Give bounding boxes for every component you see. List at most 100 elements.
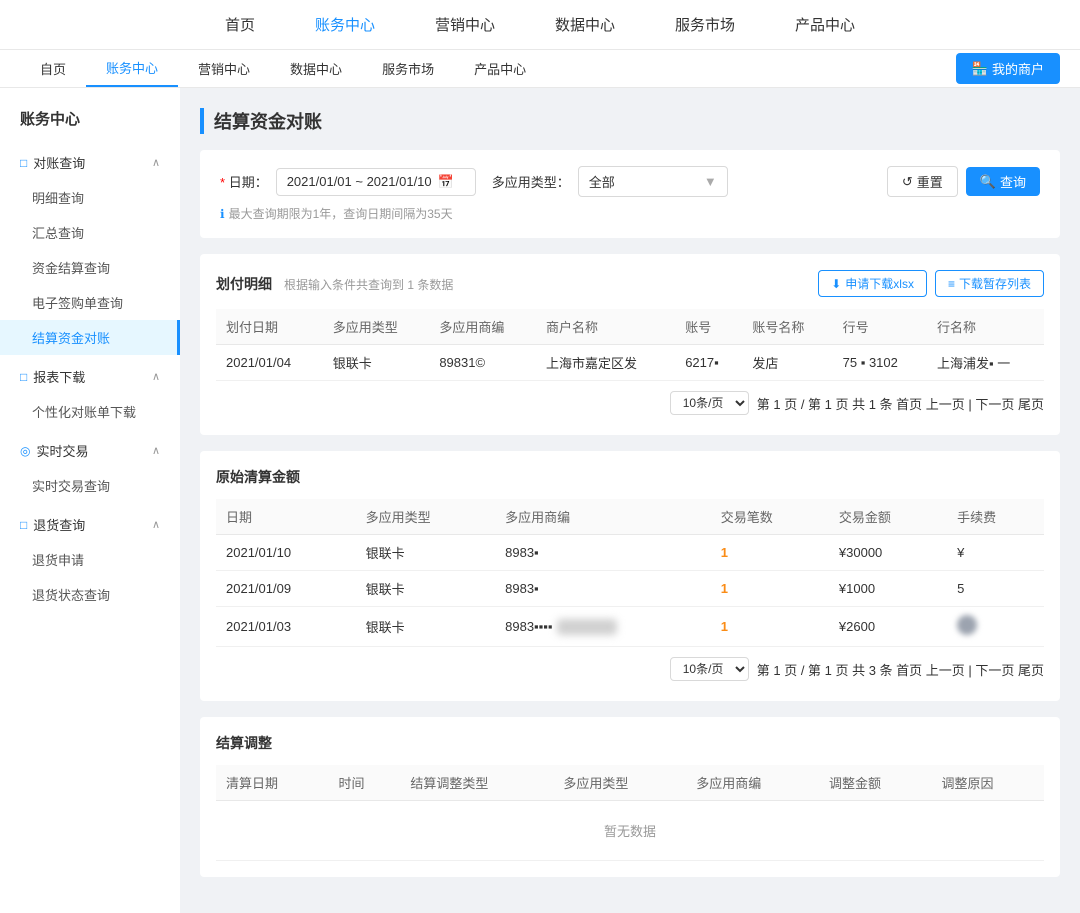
subnav-marketing[interactable]: 营销中心 [178, 51, 270, 86]
sidebar-group-refund-header[interactable]: □ 退货查询 ∧ [0, 507, 180, 542]
per-page-select-2[interactable]: 10条/页 [670, 657, 749, 681]
sidebar-item-fund-settlement-query[interactable]: 资金结算查询 [0, 250, 180, 285]
payment-pagination: 10条/页 第 1 页 / 第 1 页 共 1 条 首页 上一页 | 下一页 尾… [216, 381, 1044, 419]
col-account-name: 账号名称 [742, 309, 832, 345]
os-date-3: 2021/01/03 [216, 607, 356, 647]
nav-marketing[interactable]: 营销中心 [435, 14, 495, 35]
sidebar-group-reconciliation-header[interactable]: □ 对账查询 ∧ [0, 145, 180, 180]
account-no-cell: 6217▪ [675, 345, 742, 381]
os-trade-count-1: 1 [711, 535, 829, 571]
download-xlsx-button[interactable]: ⬇ 申请下载xlsx [818, 270, 927, 297]
apptype-select[interactable]: 全部 ▼ [578, 166, 728, 197]
info-icon: ℹ [220, 207, 225, 221]
date-label: * 日期： [220, 172, 268, 191]
subnav-finance[interactable]: 账务中心 [86, 50, 178, 87]
main-layout: 账务中心 □ 对账查询 ∧ 明细查询 汇总查询 资金结算查询 电子签购单查询 结… [0, 88, 1080, 913]
nav-product[interactable]: 产品中心 [795, 14, 855, 35]
nav-service[interactable]: 服务市场 [675, 14, 735, 35]
apptype-label: 多应用类型： [492, 172, 570, 191]
payment-detail-title: 划付明细 [216, 274, 272, 294]
app-code-cell: 89831© [429, 345, 536, 381]
chevron-up-icon-3: ∧ [152, 444, 160, 457]
sidebar-item-personalized-download[interactable]: 个性化对账单下载 [0, 394, 180, 429]
subnav-home[interactable]: 自页 [20, 51, 86, 86]
os-col-app-type: 多应用类型 [356, 499, 496, 535]
original-settlement-pagination: 10条/页 第 1 页 / 第 1 页 共 3 条 首页 上一页 | 下一页 尾… [216, 647, 1044, 685]
nav-home[interactable]: 首页 [225, 14, 255, 35]
sidebar-item-refund-status[interactable]: 退货状态查询 [0, 577, 180, 612]
sub-nav: 自页 账务中心 营销中心 数据中心 服务市场 产品中心 🏪 我的商户 [0, 49, 1080, 87]
sa-col-app-code: 多应用商编 [686, 765, 819, 801]
sidebar-item-summary-query[interactable]: 汇总查询 [0, 215, 180, 250]
reset-button[interactable]: ↺ 重置 [887, 166, 958, 197]
pay-date-cell: 2021/01/04 [216, 345, 323, 381]
original-settlement-table: 日期 多应用类型 多应用商编 交易笔数 交易金额 手续费 2021/01/10 … [216, 499, 1044, 647]
date-input[interactable]: 2021/01/01 ~ 2021/01/10 📅 [276, 168, 476, 196]
table-row: 2021/01/04 银联卡 89831© 上海市嘉定区发 6217▪ 发店 7… [216, 345, 1044, 381]
download-icon: ⬇ [831, 277, 841, 291]
chevron-up-icon-2: ∧ [152, 370, 160, 383]
os-app-code-3: 8983▪▪▪▪ [495, 607, 711, 647]
sidebar-item-esign-query[interactable]: 电子签购单查询 [0, 285, 180, 320]
no-data-cell: 暂无数据 [216, 801, 1044, 861]
sidebar-title: 账务中心 [0, 108, 180, 145]
os-trade-amount-1: ¥30000 [829, 535, 947, 571]
nav-data[interactable]: 数据中心 [555, 14, 615, 35]
refresh-icon: ↺ [902, 174, 913, 190]
sidebar-item-realtime-query[interactable]: 实时交易查询 [0, 468, 180, 503]
nav-finance[interactable]: 账务中心 [315, 14, 375, 35]
chevron-up-icon-4: ∧ [152, 518, 160, 531]
os-col-date: 日期 [216, 499, 356, 535]
settlement-adjust-header: 结算调整 [216, 733, 1044, 753]
pagination-info-1: 第 1 页 / 第 1 页 共 1 条 首页 上一页 | 下一页 尾页 [757, 394, 1044, 413]
sidebar-item-settlement-reconciliation[interactable]: 结算资金对账 [0, 320, 180, 355]
no-data-row: 暂无数据 [216, 801, 1044, 861]
required-star: * [220, 175, 225, 190]
sidebar-group-realtime-header[interactable]: ◎ 实时交易 ∧ [0, 433, 180, 468]
account-name-cell: 发店 [742, 345, 832, 381]
original-settlement-title-wrap: 原始清算金额 [216, 467, 300, 487]
main-nav: 首页 账务中心 营销中心 数据中心 服务市场 产品中心 [0, 14, 1080, 49]
app-code-blurred: 8983▪▪▪▪ [505, 619, 616, 635]
col-app-code: 多应用商编 [429, 309, 536, 345]
subnav-product[interactable]: 产品中心 [454, 51, 546, 86]
app-type-cell: 银联卡 [323, 345, 430, 381]
os-fee-1: ¥ [947, 535, 1044, 571]
os-trade-count-3: 1 [711, 607, 829, 647]
payment-detail-table-wrap: 划付日期 多应用类型 多应用商编 商户名称 账号 账号名称 行号 行名称 202 [216, 309, 1044, 381]
pagination-info-2: 第 1 页 / 第 1 页 共 3 条 首页 上一页 | 下一页 尾页 [757, 660, 1044, 679]
per-page-select-1[interactable]: 10条/页 [670, 391, 749, 415]
os-app-type-2: 银联卡 [356, 571, 496, 607]
merchant-name-cell: 上海市嘉定区发 [536, 345, 675, 381]
col-pay-date: 划付日期 [216, 309, 323, 345]
original-settlement-header: 原始清算金额 [216, 467, 1044, 487]
page-content: 结算资金对账 * 日期： 2021/01/01 ~ 2021/01/10 📅 多… [180, 88, 1080, 913]
sidebar-group-realtime-label: 实时交易 [36, 441, 88, 460]
sidebar-item-detail-query[interactable]: 明细查询 [0, 180, 180, 215]
payment-detail-title-wrap: 划付明细 根据输入条件共查询到 1 条数据 [216, 274, 453, 294]
subnav-data[interactable]: 数据中心 [270, 51, 362, 86]
calendar-icon: 📅 [438, 174, 454, 190]
download-save-button[interactable]: ≡ 下载暂存列表 [935, 270, 1044, 297]
dropdown-arrow-icon: ▼ [704, 174, 717, 189]
save-icon: ≡ [948, 277, 955, 291]
subnav-service[interactable]: 服务市场 [362, 51, 454, 86]
sidebar-group-report-header[interactable]: □ 报表下载 ∧ [0, 359, 180, 394]
query-button[interactable]: 🔍 查询 [966, 167, 1040, 196]
sa-col-app-type: 多应用类型 [553, 765, 686, 801]
os-col-trade-amount: 交易金额 [829, 499, 947, 535]
original-settlement-section: 原始清算金额 日期 多应用类型 多应用商编 交易笔数 交易金额 手续费 [200, 451, 1060, 701]
payment-detail-section: 划付明细 根据输入条件共查询到 1 条数据 ⬇ 申请下载xlsx ≡ 下载暂存列… [200, 254, 1060, 435]
page-title: 结算资金对账 [200, 108, 1060, 134]
my-merchant-button[interactable]: 🏪 我的商户 [956, 53, 1060, 84]
sidebar-group-report: □ 报表下载 ∧ 个性化对账单下载 [0, 359, 180, 429]
col-bank-code: 行号 [833, 309, 927, 345]
search-icon: 🔍 [980, 174, 996, 190]
hint-text: 最大查询期限为1年，查询日期间隔为35天 [229, 205, 453, 222]
filter-hint: ℹ 最大查询期限为1年，查询日期间隔为35天 [220, 205, 1040, 222]
payment-detail-actions: ⬇ 申请下载xlsx ≡ 下载暂存列表 [818, 270, 1044, 297]
settlement-adjust-table: 清算日期 时间 结算调整类型 多应用类型 多应用商编 调整金额 调整原因 暂无数… [216, 765, 1044, 861]
sidebar-item-refund-apply[interactable]: 退货申请 [0, 542, 180, 577]
top-navigation: 首页 账务中心 营销中心 数据中心 服务市场 产品中心 自页 账务中心 营销中心… [0, 0, 1080, 88]
chevron-up-icon: ∧ [152, 156, 160, 169]
